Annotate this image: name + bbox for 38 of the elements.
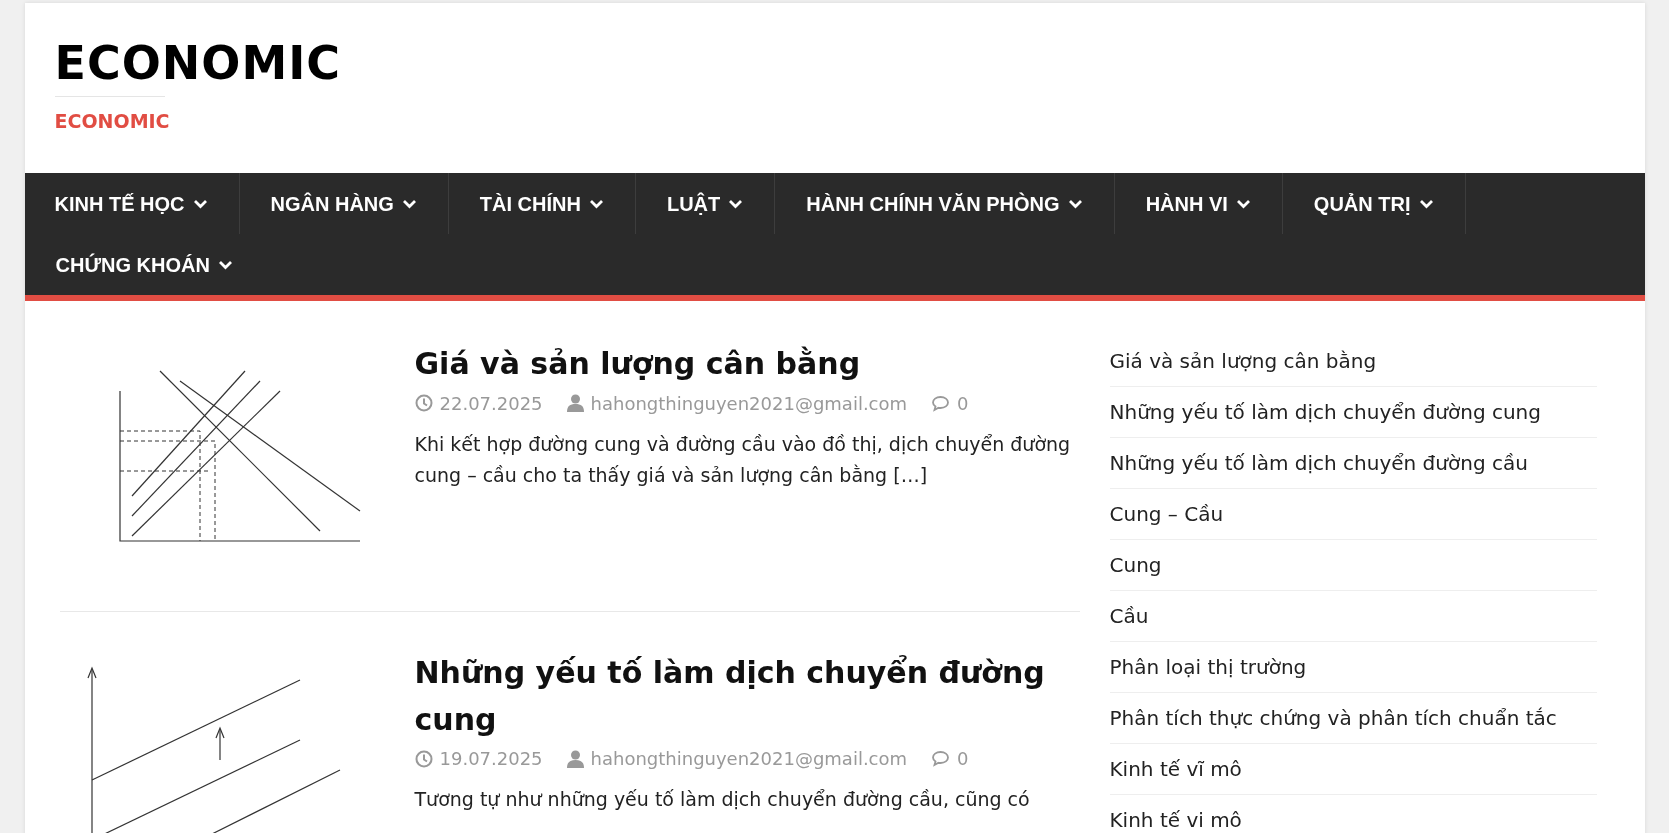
post-excerpt: Khi kết hợp đường cung và đường cầu vào đồ thị, dịch chuyển đường cung – cầu cho ta thấy giá và sản lượng cân bằng […]: [414, 431, 1072, 489]
site-tagline: ECONOMIC: [54, 108, 171, 134]
nav-menu-item[interactable]: KINH TẾ HỌC: [24, 173, 240, 235]
post-title[interactable]: Giá và sản lượng cân bằng: [414, 341, 1080, 388]
sidebar-link[interactable]: Phân loại thị trường: [1109, 642, 1597, 694]
sidebar-link[interactable]: Giá và sản lượng cân bằng: [1109, 336, 1597, 388]
post-title[interactable]: Những yếu tố làm dịch chuyển đường cung: [414, 650, 1080, 744]
nav-menu-item[interactable]: CHỨNG KHOÁN: [24, 234, 264, 296]
chevron-down-icon: [1418, 198, 1434, 209]
chevron-down-icon: [192, 198, 208, 209]
site-title[interactable]: ECONOMIC: [54, 37, 1615, 90]
clock-icon: [414, 749, 433, 768]
nav-menu-item[interactable]: NGÂN HÀNG: [239, 173, 449, 235]
sidebar-link[interactable]: Kinh tế vĩ mô: [1109, 744, 1597, 796]
chevron-down-icon: [1067, 198, 1083, 209]
chevron-down-icon: [588, 198, 604, 209]
post-excerpt: Tương tự như những yếu tố làm dịch chuyển đường cầu, cũng có: [414, 787, 1031, 813]
nav-menu-item[interactable]: LUẬT: [635, 173, 776, 235]
chevron-down-icon: [1235, 198, 1251, 209]
comment-icon: [931, 750, 951, 768]
sidebar-link[interactable]: Những yếu tố làm dịch chuyển đường cung: [1109, 387, 1597, 439]
chevron-down-icon: [217, 259, 233, 270]
sidebar-link[interactable]: Cầu: [1109, 591, 1597, 643]
sidebar-link[interactable]: Phân tích thực chứng và phân tích chuẩn tắc: [1109, 693, 1597, 745]
clock-icon: [414, 394, 433, 413]
nav-menu-item[interactable]: HÀNH VI: [1114, 173, 1283, 235]
nav-menu-item[interactable]: HÀNH CHÍNH VĂN PHÒNG: [775, 173, 1115, 235]
nav-menu-item[interactable]: QUẢN TRỊ: [1282, 173, 1466, 235]
sidebar-link[interactable]: Kinh tế vi mô: [1109, 795, 1597, 833]
chevron-down-icon: [728, 198, 744, 209]
user-icon: [566, 394, 584, 413]
sidebar-link[interactable]: Cung – Cầu: [1109, 489, 1597, 541]
comment-icon: [931, 394, 951, 412]
chevron-down-icon: [401, 198, 417, 209]
sidebar-link[interactable]: Cung: [1109, 540, 1597, 592]
sidebar-link[interactable]: Những yếu tố làm dịch chuyển đường cầu: [1109, 438, 1597, 490]
nav-menu-item[interactable]: TÀI CHÍNH: [448, 173, 636, 235]
user-icon: [566, 749, 584, 768]
